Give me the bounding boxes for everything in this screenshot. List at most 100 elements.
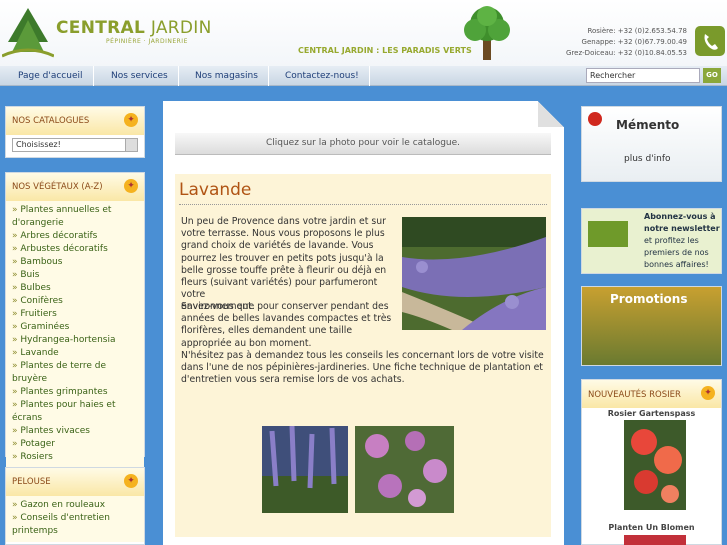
vegetaux-item[interactable]: » Plantes vivaces <box>12 425 138 438</box>
pruning-paragraph: Savez-vous que pour conserver pendant de… <box>181 301 397 350</box>
chevron-down-icon[interactable] <box>125 139 137 151</box>
site-header: CENTRAL JARDIN PÉPINIÈRE · JARDINERIE CE… <box>0 0 727 66</box>
nav-home[interactable]: Page d'accueil <box>8 66 94 86</box>
text-line: d'entretien vous sera remise lors de vos… <box>181 374 405 386</box>
logo-word-jardin: JARDIN <box>150 18 212 38</box>
newsletter-text: Abonnez-vous à notre newsletter et profi… <box>644 211 720 271</box>
rose-name[interactable]: Planten Un Blomen <box>582 523 721 532</box>
pelouse-item[interactable]: » Gazon en rouleaux <box>12 499 138 512</box>
vegetaux-item[interactable]: » Bulbes <box>12 282 138 295</box>
contact-phones: Rosière: +32 (0)2.653.54.78 Genappe: +32… <box>566 26 687 59</box>
tree-illustration-icon <box>464 6 510 60</box>
text-line: Savez-vous que pour conserver pendant de… <box>181 301 389 312</box>
catalogues-header: NOS CATALOGUES ✦ <box>6 107 144 135</box>
vegetaux-item-label: Arbres décoratifs <box>20 231 98 241</box>
tagline: CENTRAL JARDIN : LES PARADIS VERTS <box>298 46 472 55</box>
vegetaux-item[interactable]: » Bambous <box>12 256 138 269</box>
vegetaux-item[interactable]: » Arbustes décoratifs <box>12 243 138 256</box>
leaf-icon: ✦ <box>124 113 138 127</box>
vegetaux-item[interactable]: » Plantes grimpantes <box>12 386 138 399</box>
newsletter-box[interactable]: Abonnez-vous à notre newsletter et profi… <box>581 208 722 274</box>
vegetaux-item-label: Conifères <box>20 296 63 306</box>
vegetaux-item-label: Rosiers <box>20 452 53 462</box>
vegetaux-item[interactable]: » Arbres décoratifs <box>12 230 138 243</box>
vegetaux-item-label: Arbustes décoratifs <box>20 244 108 254</box>
logo-tree-icon[interactable] <box>2 6 54 58</box>
intro-paragraph: Un peu de Provence dans votre jardin et … <box>181 216 397 314</box>
vegetaux-item[interactable]: » Plantes annuelles et d'orangerie <box>12 204 138 230</box>
nav-contact[interactable]: Contactez-nous! <box>275 66 370 86</box>
text-line: florifères, elles demandent une taille <box>181 325 353 337</box>
vegetaux-box: NOS VÉGÉTAUX (A-Z) ✦ » Plantes annuelles… <box>5 172 145 468</box>
text-line: grand choix de variétés de lavande. Vous <box>181 240 374 252</box>
vegetaux-item-label: Potager <box>20 439 55 449</box>
phone-grez-doiceau: Grez-Doiceau: +32 (0)10.84.05.53 <box>566 49 687 57</box>
text-line: N'hésitez pas à demandez tous les consei… <box>181 350 544 361</box>
page-title: Lavande <box>179 180 252 200</box>
text-line: appropriée au bon moment. <box>181 337 312 349</box>
rose-name[interactable]: Rosier Gartenspass <box>582 409 721 418</box>
catalogues-box: NOS CATALOGUES ✦ Choisissez! <box>5 106 145 158</box>
text-line: années de belles lavandes compactes et t… <box>181 313 392 325</box>
vegetaux-item-label: Plantes grimpantes <box>20 387 108 397</box>
vegetaux-item[interactable]: » Rosiers <box>12 451 138 464</box>
nav-stores[interactable]: Nos magasins <box>185 66 269 86</box>
leaf-icon: ✦ <box>124 179 138 193</box>
vegetaux-item[interactable]: » Potager <box>12 438 138 451</box>
text-line: votre terrasse. Nous vous proposons le p… <box>181 228 385 240</box>
vegetaux-title: NOS VÉGÉTAUX (A-Z) <box>12 182 103 192</box>
main-content: Cliquez sur la photo pour voir le catalo… <box>163 101 564 545</box>
logo-subtitle: PÉPINIÈRE · JARDINERIE <box>106 38 188 45</box>
logo-name[interactable]: CENTRAL JARDIN <box>56 18 212 38</box>
memento-box[interactable]: Mémento plus d'info <box>581 106 722 182</box>
pelouse-title: PELOUSE <box>12 477 51 487</box>
phone-icon <box>695 26 725 56</box>
vegetaux-item-label: Bambous <box>20 257 63 267</box>
vegetaux-header: NOS VÉGÉTAUX (A-Z) ✦ <box>6 173 144 201</box>
vegetaux-item[interactable]: » Conifères <box>12 295 138 308</box>
newsletter-line: Abonnez-vous à <box>644 212 716 221</box>
search-input[interactable]: Rechercher <box>586 68 700 83</box>
pushpin-icon <box>588 112 602 126</box>
advice-paragraph: N'hésitez pas à demandez tous les consei… <box>181 350 549 387</box>
memento-more-link[interactable]: plus d'info <box>624 154 671 164</box>
catalogues-title: NOS CATALOGUES <box>12 116 90 126</box>
title-divider <box>179 204 547 205</box>
page-fold-corner <box>538 101 564 127</box>
promotions-box[interactable]: Promotions <box>581 286 722 366</box>
vegetaux-item[interactable]: » Fruitiers <box>12 308 138 321</box>
pelouse-item[interactable]: » Conseils d'entretien printemps <box>12 512 138 538</box>
pelouse-item-label: Conseils d'entretien printemps <box>12 513 110 536</box>
text-line: belle grosse touffe prête à fleurir ou d… <box>181 264 387 276</box>
newsletter-line: bonnes affaires! <box>644 260 709 269</box>
vegetaux-item[interactable]: » Plantes de terre de bruyère <box>12 360 138 386</box>
nav-services[interactable]: Nos services <box>101 66 179 86</box>
rose-planten-photo[interactable] <box>624 535 686 545</box>
catalogue-hint: Cliquez sur la photo pour voir le catalo… <box>175 133 551 155</box>
pelouse-header: PELOUSE ✦ <box>6 468 144 496</box>
memento-title: Mémento <box>616 118 680 132</box>
rose-news-box: NOUVEAUTÉS ROSIER ✦ Rosier Gartenspass P… <box>581 379 722 545</box>
newsletter-line: premiers de nos <box>644 248 709 257</box>
text-line: pourrez les trouver en petits pots jusqu… <box>181 252 384 264</box>
vegetaux-item-label: Buis <box>20 270 40 280</box>
vegetaux-item[interactable]: » Lavande <box>12 347 138 360</box>
newsletter-line: notre newsletter <box>644 224 720 233</box>
vegetaux-item[interactable]: » Plantes pour haies et écrans <box>12 399 138 425</box>
vegetaux-item[interactable]: » Graminées <box>12 321 138 334</box>
logo-word-central: CENTRAL <box>56 18 146 38</box>
lavender-path-photo[interactable] <box>402 217 546 330</box>
lavender-closeup-photo[interactable] <box>262 426 348 513</box>
rose-news-header: NOUVEAUTÉS ROSIER ✦ <box>582 380 721 408</box>
rose-gartenspass-photo[interactable] <box>624 420 686 510</box>
envelope-icon <box>588 221 628 247</box>
butterfly-lavender-photo[interactable] <box>355 426 454 513</box>
pelouse-item-label: Gazon en rouleaux <box>20 500 106 510</box>
search-go-button[interactable]: GO <box>703 68 721 83</box>
catalogue-select[interactable]: Choisissez! <box>12 138 138 152</box>
vegetaux-item[interactable]: » Hydrangea-hortensia <box>12 334 138 347</box>
pelouse-list: » Gazon en rouleaux» Conseils d'entretie… <box>6 496 144 542</box>
vegetaux-item-label: Bulbes <box>20 283 51 293</box>
vegetaux-item[interactable]: » Buis <box>12 269 138 282</box>
vegetaux-item-label: Lavande <box>20 348 59 358</box>
